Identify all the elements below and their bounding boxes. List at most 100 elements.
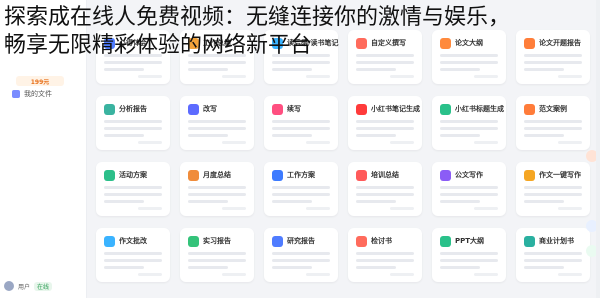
description-line <box>272 193 330 196</box>
folder-icon <box>12 90 20 98</box>
tool-card-title: 作文一键写作 <box>539 171 581 179</box>
usage-count <box>222 273 246 276</box>
usage-count <box>474 207 498 210</box>
usage-count <box>558 75 582 78</box>
tool-icon <box>188 236 199 247</box>
tool-icon <box>440 170 451 181</box>
tool-card[interactable]: 范文案例 <box>516 96 590 150</box>
tool-icon <box>188 170 199 181</box>
tool-icon <box>272 170 283 181</box>
description-line <box>440 61 498 64</box>
description-line <box>272 134 312 137</box>
tool-card[interactable]: 作文批改 <box>96 228 170 282</box>
description-line <box>272 252 330 255</box>
description-line <box>104 193 162 196</box>
description-line <box>440 193 498 196</box>
description-line <box>356 266 396 269</box>
usage-count <box>474 75 498 78</box>
tool-card-title: 公文写作 <box>455 171 483 179</box>
usage-count <box>306 141 330 144</box>
usage-count <box>306 273 330 276</box>
tool-card-title: 续写 <box>287 105 301 113</box>
status-badge: 在线 <box>34 281 53 291</box>
tool-card-title: 实习报告 <box>203 237 231 245</box>
usage-count <box>390 207 414 210</box>
tool-icon <box>104 236 115 247</box>
description-line <box>356 186 414 189</box>
tool-icon <box>104 104 115 115</box>
description-line <box>524 186 582 189</box>
tool-card[interactable]: 小红书标题生成 <box>432 96 506 150</box>
tool-card[interactable]: 工作方案 <box>264 162 338 216</box>
description-line <box>356 259 414 262</box>
description-line <box>356 61 414 64</box>
tool-card[interactable]: 检讨书 <box>348 228 422 282</box>
tool-icon <box>188 104 199 115</box>
tool-card-title: 活动方案 <box>119 171 147 179</box>
description-line <box>524 134 564 137</box>
description-line <box>104 134 144 137</box>
description-line <box>440 252 498 255</box>
tool-card-title: 研究报告 <box>287 237 315 245</box>
description-line <box>188 186 246 189</box>
description-line <box>440 186 498 189</box>
page-title: 探索成在线人免费视频：无缝连接你的激情与娱乐， 畅享无限精彩体验的网络新平台 <box>4 4 600 60</box>
tool-card-title: 工作方案 <box>287 171 315 179</box>
description-line <box>188 200 228 203</box>
description-line <box>524 200 564 203</box>
tool-card-title: 范文案例 <box>539 105 567 113</box>
tool-icon <box>272 104 283 115</box>
description-line <box>272 186 330 189</box>
tool-icon <box>356 104 367 115</box>
usage-count <box>222 75 246 78</box>
description-line <box>188 68 228 71</box>
tool-card[interactable]: 改写 <box>180 96 254 150</box>
tool-card[interactable]: 月度总结 <box>180 162 254 216</box>
description-line <box>104 127 162 130</box>
tool-card[interactable]: 培训总结 <box>348 162 422 216</box>
tool-card[interactable]: 实习报告 <box>180 228 254 282</box>
description-line <box>104 68 144 71</box>
usage-count <box>138 273 162 276</box>
tool-card[interactable]: 商业计划书 <box>516 228 590 282</box>
tool-icon <box>272 236 283 247</box>
description-line <box>104 61 162 64</box>
description-line <box>524 252 582 255</box>
usage-count <box>390 75 414 78</box>
description-line <box>272 266 312 269</box>
avatar <box>4 281 14 291</box>
sidebar-item-label: 我的文件 <box>24 90 52 98</box>
description-line <box>524 266 564 269</box>
description-line <box>524 193 582 196</box>
description-line <box>104 120 162 123</box>
tool-card[interactable]: 研究报告 <box>264 228 338 282</box>
usage-count <box>558 141 582 144</box>
description-line <box>440 68 480 71</box>
sidebar-item-my-files[interactable]: 我的文件 <box>8 86 56 102</box>
description-line <box>104 252 162 255</box>
description-line <box>188 193 246 196</box>
user-profile[interactable]: 用户 在线 <box>4 280 53 292</box>
tool-card[interactable]: 公文写作 <box>432 162 506 216</box>
usage-count <box>558 273 582 276</box>
description-line <box>440 120 498 123</box>
tool-card[interactable]: 活动方案 <box>96 162 170 216</box>
tool-card[interactable]: 作文一键写作 <box>516 162 590 216</box>
tool-card-title: 改写 <box>203 105 217 113</box>
description-line <box>356 200 396 203</box>
tool-card[interactable]: PPT大纲 <box>432 228 506 282</box>
description-line <box>272 259 330 262</box>
tool-card[interactable]: 续写 <box>264 96 338 150</box>
tool-card-title: 商业计划书 <box>539 237 574 245</box>
tool-card-title: 小红书标题生成 <box>455 105 504 113</box>
tool-card-title: 培训总结 <box>371 171 399 179</box>
title-line-1: 探索成在线人免费视频：无缝连接你的激情与娱乐， <box>4 5 511 30</box>
description-line <box>272 200 312 203</box>
tool-card-title: 月度总结 <box>203 171 231 179</box>
tool-icon <box>524 236 535 247</box>
description-line <box>188 120 246 123</box>
tool-card[interactable]: 小红书笔记生成 <box>348 96 422 150</box>
vip-badge[interactable]: 199元 <box>16 76 64 86</box>
tool-card[interactable]: 分析报告 <box>96 96 170 150</box>
description-line <box>524 259 582 262</box>
